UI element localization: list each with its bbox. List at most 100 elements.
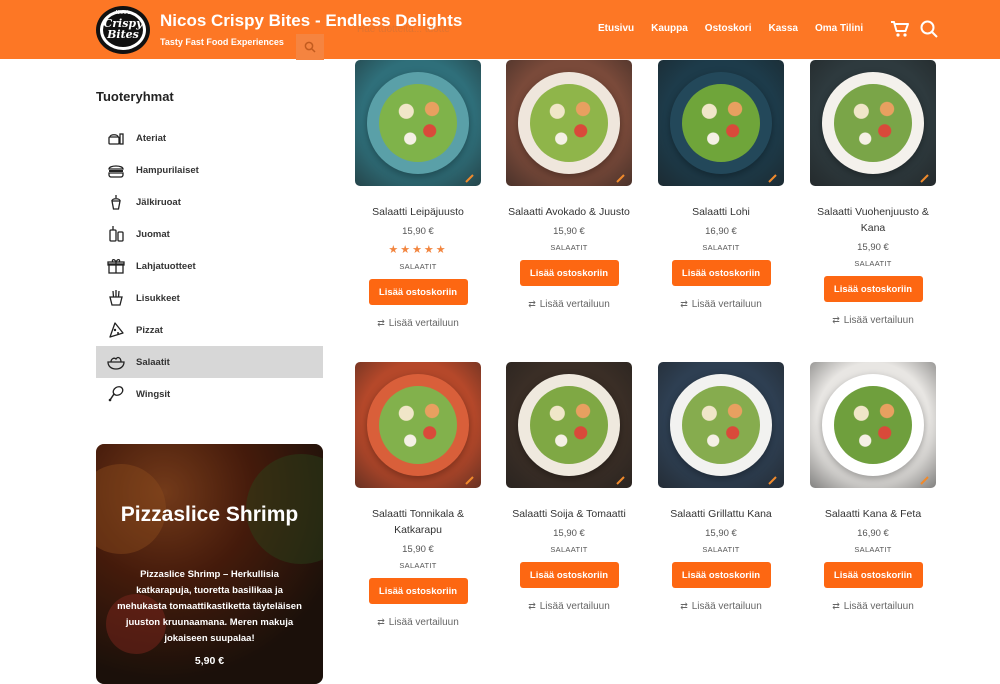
product-category[interactable]: SALAATIT bbox=[504, 243, 634, 252]
category-label: Hampurilaiset bbox=[136, 164, 199, 176]
product-card: Salaatti Grillattu Kana 15,90 € SALAATIT Li… bbox=[656, 362, 786, 612]
add-to-cart-button[interactable]: Lisää ostoskoriin bbox=[823, 562, 923, 588]
product-name[interactable]: Salaatti Leipäjuusto bbox=[353, 204, 483, 220]
nav-etusivu[interactable]: Etusivu bbox=[598, 23, 634, 34]
add-to-compare-link[interactable]: ⇄ Lisää vertailuun bbox=[656, 299, 786, 310]
product-price: 16,90 € bbox=[857, 528, 889, 539]
product-name[interactable]: Salaatti Vuohenjuusto & Kana bbox=[808, 204, 938, 236]
product-image[interactable] bbox=[658, 362, 784, 488]
promo-banner[interactable]: Pizzaslice Shrimp Pizzaslice Shrimp – He… bbox=[96, 444, 323, 684]
product-image[interactable] bbox=[810, 60, 936, 186]
category-item-lahjatuotteet[interactable]: Lahjatuotteet bbox=[96, 250, 323, 282]
category-item-wingsit[interactable]: Wingsit bbox=[96, 378, 323, 410]
dessert-icon bbox=[106, 192, 126, 212]
category-label: Lisukkeet bbox=[136, 292, 180, 304]
product-name[interactable]: Salaatti Lohi bbox=[656, 204, 786, 220]
add-to-compare-link[interactable]: ⇄ Lisää vertailuun bbox=[504, 601, 634, 612]
category-item-pizzat[interactable]: Pizzat bbox=[96, 314, 323, 346]
compare-icon: ⇄ bbox=[832, 315, 840, 325]
product-category[interactable]: SALAATIT bbox=[808, 545, 938, 554]
compare-label: Lisää vertailuun bbox=[843, 601, 914, 612]
category-label: Juomat bbox=[136, 228, 170, 240]
category-label: Salaatit bbox=[136, 356, 170, 368]
cart-icon[interactable] bbox=[890, 20, 910, 43]
wing-icon bbox=[106, 384, 126, 404]
add-to-cart-button[interactable]: Lisää ostoskoriin bbox=[823, 276, 923, 302]
category-item-ateriat[interactable]: Ateriat bbox=[96, 122, 323, 154]
product-name[interactable]: Salaatti Tonnikala & Katkarapu bbox=[353, 506, 483, 538]
burger-icon bbox=[106, 160, 126, 180]
category-list: Ateriat Hampurilaiset Jälkiruoat Juomat … bbox=[96, 122, 323, 410]
product-category[interactable]: SALAATIT bbox=[504, 545, 634, 554]
category-label: Lahjatuotteet bbox=[136, 260, 196, 272]
add-to-cart-button[interactable]: Lisää ostoskoriin bbox=[671, 562, 771, 588]
category-item-juomat[interactable]: Juomat bbox=[96, 218, 323, 250]
category-item-jalkiruoat[interactable]: Jälkiruoat bbox=[96, 186, 323, 218]
gift-icon bbox=[106, 256, 126, 276]
add-to-cart-button[interactable]: Lisää ostoskoriin bbox=[519, 562, 619, 588]
add-to-cart-button[interactable]: Lisää ostoskoriin bbox=[368, 578, 468, 604]
add-to-cart-button[interactable]: Lisää ostoskoriin bbox=[671, 260, 771, 286]
category-item-salaatit[interactable]: Salaatit bbox=[96, 346, 323, 378]
product-category[interactable]: SALAATIT bbox=[656, 243, 786, 252]
ai-badge-icon bbox=[768, 170, 778, 183]
compare-label: Lisää vertailuun bbox=[388, 617, 459, 628]
product-name[interactable]: Salaatti Grillattu Kana bbox=[656, 506, 786, 522]
categories-title: Tuoteryhmat bbox=[96, 89, 174, 104]
add-to-compare-link[interactable]: ⇄ Lisää vertailuun bbox=[808, 601, 938, 612]
ai-badge-icon bbox=[920, 170, 930, 183]
salad-shape bbox=[682, 386, 760, 464]
nav-kauppa[interactable]: Kauppa bbox=[651, 23, 688, 34]
category-item-hampurilaiset[interactable]: Hampurilaiset bbox=[96, 154, 323, 186]
ai-badge-icon bbox=[465, 170, 475, 183]
salad-shape bbox=[530, 386, 608, 464]
promo-description: Pizzaslice Shrimp – Herkullisia katkarap… bbox=[117, 569, 302, 644]
category-label: Pizzat bbox=[136, 324, 163, 336]
product-name[interactable]: Salaatti Soija & Tomaatti bbox=[504, 506, 634, 522]
product-image[interactable] bbox=[810, 362, 936, 488]
ai-badge-icon bbox=[920, 472, 930, 485]
pizza-icon bbox=[106, 320, 126, 340]
drink-icon bbox=[106, 224, 126, 244]
product-image[interactable] bbox=[658, 60, 784, 186]
add-to-compare-link[interactable]: ⇄ Lisää vertailuun bbox=[656, 601, 786, 612]
product-image[interactable] bbox=[506, 60, 632, 186]
site-header: Crispy Bites Nico's Nicos Crispy Bites -… bbox=[0, 0, 1000, 60]
product-image[interactable] bbox=[355, 60, 481, 186]
category-label: Ateriat bbox=[136, 132, 167, 144]
add-to-compare-link[interactable]: ⇄ Lisää vertailuun bbox=[353, 318, 483, 329]
ai-badge-icon bbox=[616, 170, 626, 183]
nav-oma-tilini[interactable]: Oma Tilini bbox=[815, 23, 863, 34]
product-card: Salaatti Tonnikala & Katkarapu 15,90 € SAL… bbox=[353, 362, 483, 628]
compare-icon: ⇄ bbox=[832, 601, 840, 611]
ai-badge-icon bbox=[768, 472, 778, 485]
category-item-lisukkeet[interactable]: Lisukkeet bbox=[96, 282, 323, 314]
nav-ostoskori[interactable]: Ostoskori bbox=[705, 23, 752, 34]
salad-icon bbox=[106, 352, 126, 372]
salad-shape bbox=[379, 84, 457, 162]
rating-stars: ★★★★★ bbox=[388, 244, 448, 256]
product-category[interactable]: SALAATIT bbox=[353, 561, 483, 570]
product-image[interactable] bbox=[355, 362, 481, 488]
salad-shape bbox=[834, 386, 912, 464]
product-card: Salaatti Kana & Feta 16,90 € SALAATIT Lisää… bbox=[808, 362, 938, 612]
product-category[interactable]: SALAATIT bbox=[808, 259, 938, 268]
nav-kassa[interactable]: Kassa bbox=[768, 23, 797, 34]
product-category[interactable]: SALAATIT bbox=[353, 262, 483, 271]
add-to-cart-button[interactable]: Lisää ostoskoriin bbox=[519, 260, 619, 286]
add-to-compare-link[interactable]: ⇄ Lisää vertailuun bbox=[353, 617, 483, 628]
header-search-button[interactable] bbox=[296, 34, 324, 60]
add-to-compare-link[interactable]: ⇄ Lisää vertailuun bbox=[808, 315, 938, 326]
product-image[interactable] bbox=[506, 362, 632, 488]
add-to-compare-link[interactable]: ⇄ Lisää vertailuun bbox=[504, 299, 634, 310]
product-name[interactable]: Salaatti Kana & Feta bbox=[808, 506, 938, 522]
svg-text:Nico's: Nico's bbox=[116, 10, 131, 16]
meal-icon bbox=[106, 128, 126, 148]
search-icon[interactable] bbox=[920, 20, 938, 43]
site-logo[interactable]: Crispy Bites Nico's bbox=[94, 3, 152, 56]
product-category[interactable]: SALAATIT bbox=[656, 545, 786, 554]
compare-icon: ⇄ bbox=[377, 617, 385, 627]
category-label: Wingsit bbox=[136, 388, 171, 400]
add-to-cart-button[interactable]: Lisää ostoskoriin bbox=[368, 279, 468, 305]
product-name[interactable]: Salaatti Avokado & Juusto bbox=[504, 204, 634, 220]
